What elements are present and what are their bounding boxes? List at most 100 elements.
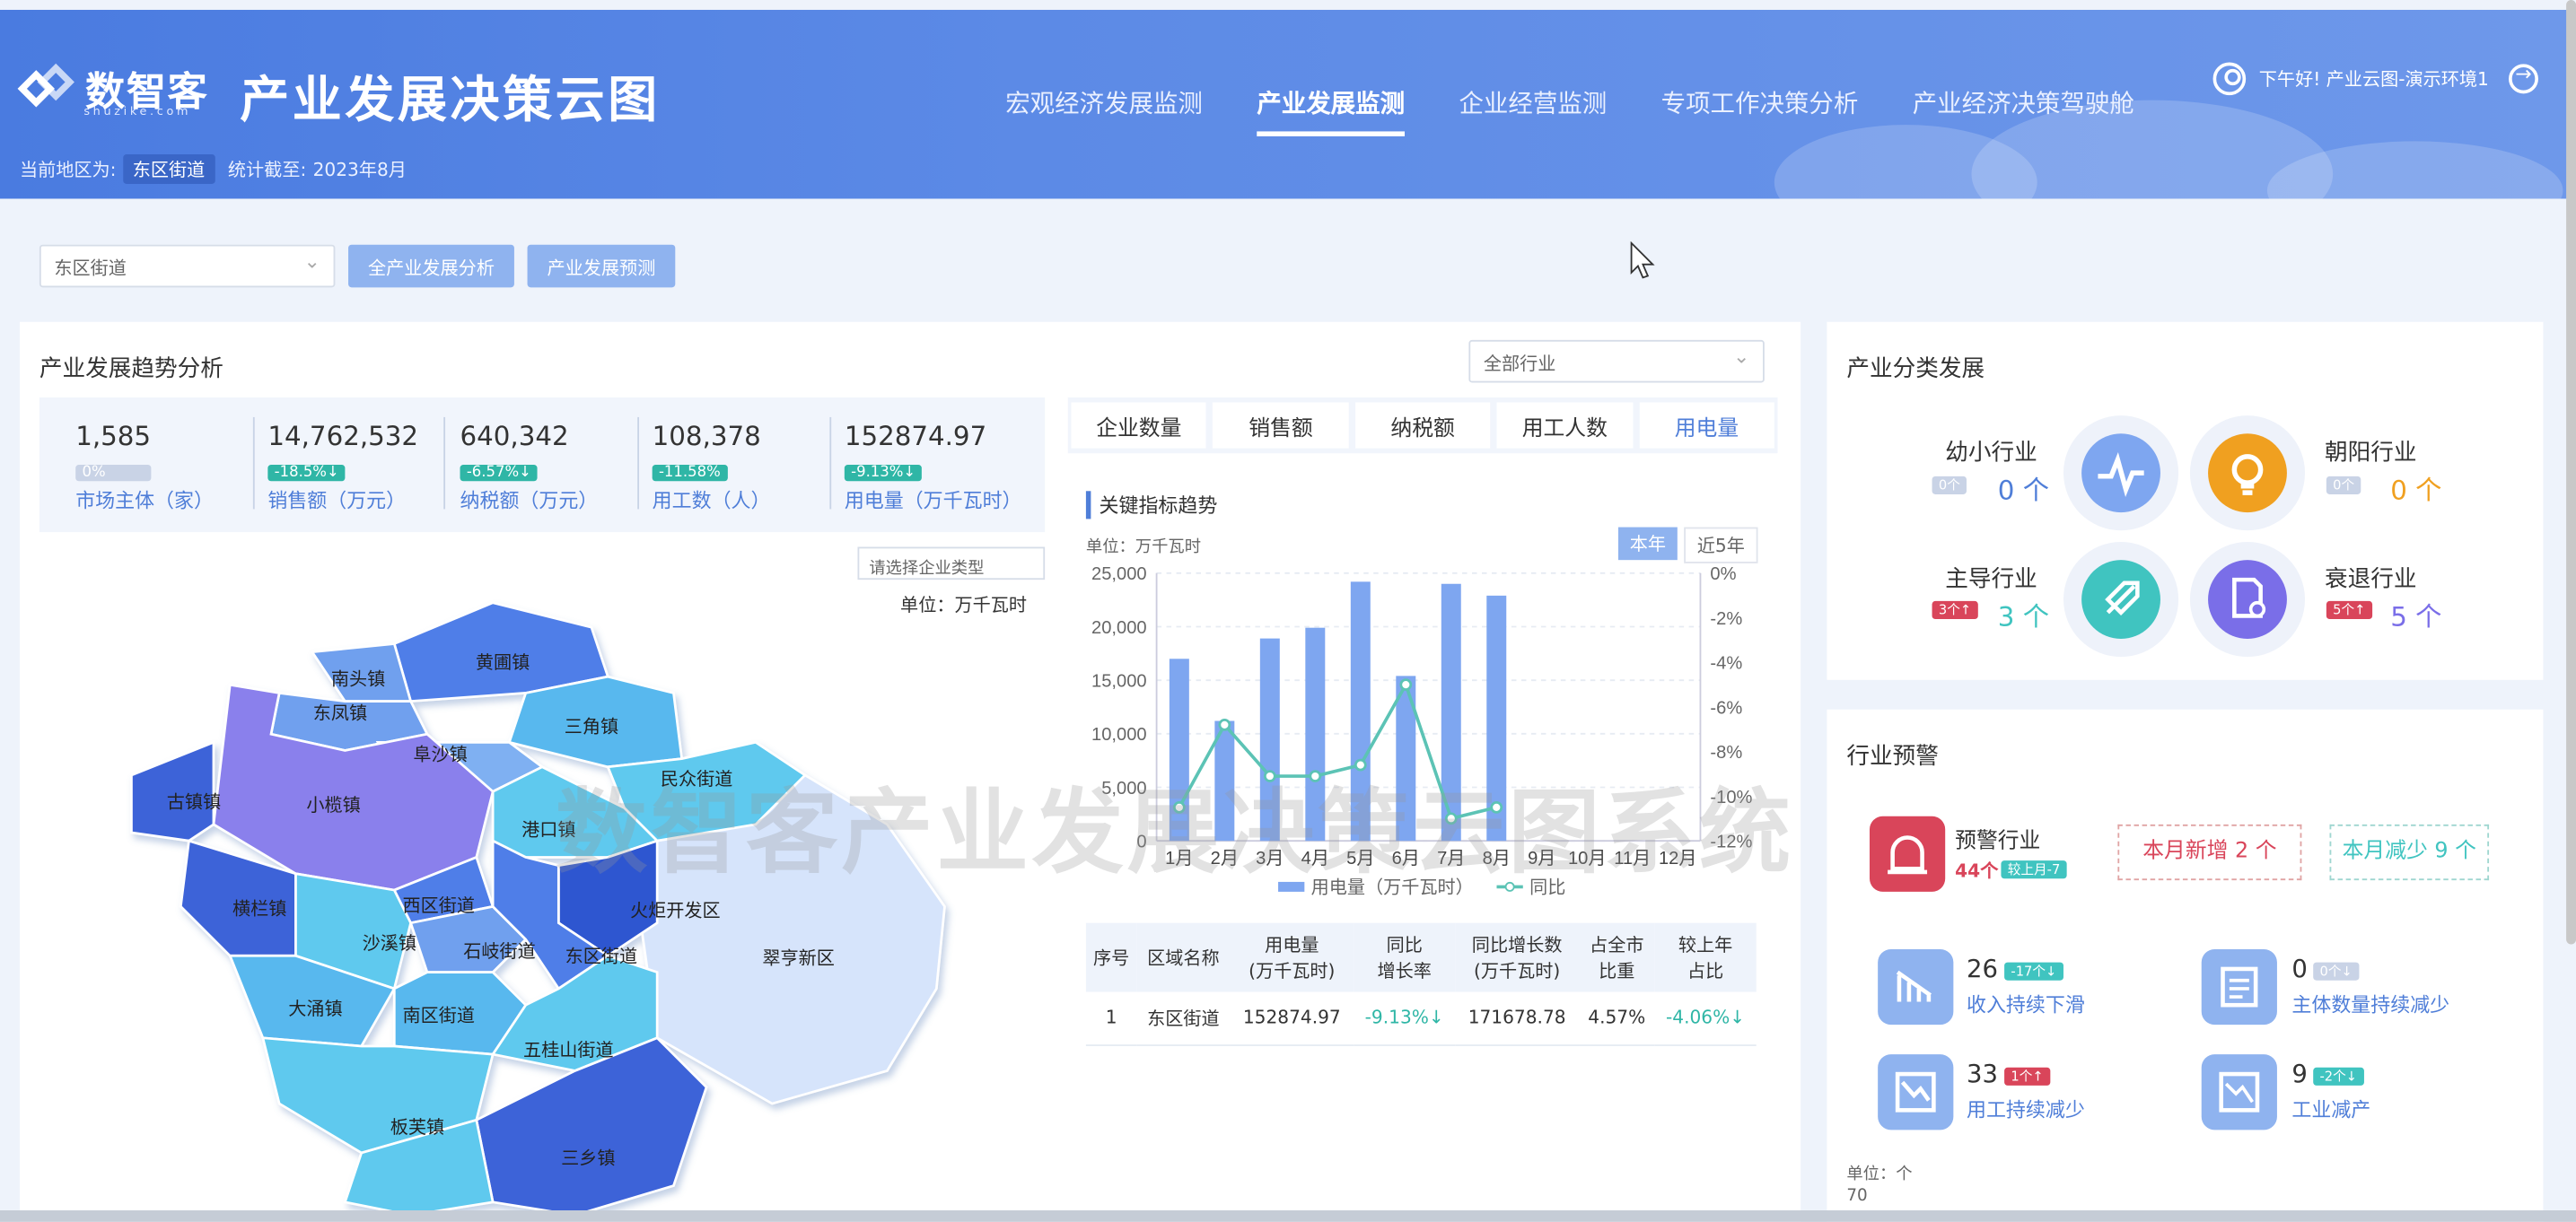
- kpi-value: 1,585: [75, 420, 152, 452]
- map-label: 小榄镇: [306, 795, 360, 816]
- warning-unit: 单位：个: [1846, 1165, 1913, 1184]
- pulse-icon: [2081, 433, 2160, 513]
- y2-tick-label: -10%: [1710, 788, 1752, 807]
- tab-enterprise-count[interactable]: 企业数量: [1071, 402, 1207, 449]
- map-label: 黄圃镇: [476, 652, 530, 673]
- th-index: 序号: [1085, 922, 1137, 992]
- map-label: 沙溪镇: [363, 933, 416, 954]
- page: 数智客 shuzike.com 产业发展决策云图 宏观经济发展监测 产业发展监测…: [0, 0, 2576, 1222]
- table-row[interactable]: 1 东区街道 152874.97 -9.13%↓ 171678.78 4.57%…: [1085, 991, 1757, 1046]
- map-label: 三乡镇: [561, 1148, 615, 1169]
- y2-tick-label: -8%: [1710, 743, 1742, 763]
- th-city-share: 占全市 比重: [1579, 922, 1655, 992]
- user-greeting: 下午好! 产业云图-演示环境1: [2258, 68, 2489, 91]
- kpi-divider: [637, 416, 640, 510]
- yoy-point: [1218, 719, 1231, 731]
- region-select[interactable]: 东区街道: [39, 244, 336, 288]
- th-last-year-share: 较上年 占比: [1654, 922, 1757, 992]
- tab-sales[interactable]: 销售额: [1213, 402, 1349, 449]
- enterprise-type-select[interactable]: 请选择企业类型: [857, 546, 1046, 580]
- nav-industry-monitor[interactable]: 产业发展监测: [1257, 85, 1406, 136]
- class-count: 0 个: [1997, 474, 2050, 506]
- metric-value: 9: [2291, 1059, 2308, 1089]
- industry-select[interactable]: 全部行业: [1468, 339, 1765, 383]
- scrollbar[interactable]: [2566, 0, 2576, 945]
- map-label: 阜沙镇: [413, 744, 467, 764]
- map-label: 南头镇: [331, 668, 385, 689]
- table-header-row: 序号 区域名称 用电量 (万千瓦时) 同比 增长率 同比增长数 (万千瓦时) 占…: [1085, 922, 1757, 992]
- x-tick-label: 12月: [1659, 849, 1697, 868]
- chart-title: 关键指标趋势: [1085, 491, 1217, 519]
- toolbar: 东区街道 全产业发展分析 产业发展预测: [39, 244, 676, 288]
- metric-chip: -17个↓: [2004, 962, 2063, 981]
- class-circle[interactable]: [2063, 415, 2179, 531]
- metric-value: 26: [1966, 954, 1998, 984]
- x-tick-label: 8月: [1483, 849, 1511, 868]
- kpi-sales: 14,762,532 -18.5%↓ 销售额（万元）: [267, 421, 418, 514]
- y2-tick-label: -12%: [1710, 832, 1752, 851]
- metric-label: 工业减产: [2291, 1098, 2371, 1122]
- new-this-month-card[interactable]: 本月新增 2 个: [2117, 824, 2302, 881]
- tab-employees[interactable]: 用工人数: [1496, 402, 1633, 449]
- app-title: 产业发展决策云图: [240, 72, 661, 130]
- all-industry-analysis-button[interactable]: 全产业发展分析: [348, 244, 514, 288]
- class-chip: 5个↑: [2326, 600, 2372, 620]
- nav-cockpit[interactable]: 产业经济决策驾驶舱: [1913, 85, 2134, 133]
- map-label: 三角镇: [565, 716, 618, 737]
- y2-tick-label: -4%: [1710, 654, 1742, 674]
- yoy-point: [1172, 801, 1186, 814]
- tab-electricity[interactable]: 用电量: [1639, 402, 1774, 449]
- user-icon[interactable]: [2212, 62, 2247, 96]
- stat-label: 统计截至:: [227, 159, 307, 181]
- y-tick-label: 5,000: [1101, 779, 1146, 799]
- rocket-icon: [2081, 560, 2160, 640]
- map-label: 古镇镇: [167, 792, 221, 813]
- nav-macro-economy[interactable]: 宏观经济发展监测: [1005, 85, 1203, 133]
- cell: -4.06%↓: [1654, 991, 1757, 1046]
- map-region-三乡镇[interactable]: [475, 1036, 708, 1217]
- district-map: 南头镇 黄圃镇 东凤镇 三角镇 阜沙镇 民众街道 小榄镇 古镇镇 港口镇 横栏镇…: [130, 601, 946, 1217]
- metric-chip: 1个↑: [2004, 1067, 2050, 1086]
- th-region: 区域名称: [1136, 922, 1231, 992]
- user-area: 下午好! 产业云图-演示环境1: [2212, 62, 2538, 96]
- kpi-value: 152874.97: [844, 420, 987, 452]
- map-label: 石岐街道: [463, 941, 536, 962]
- cell: 4.57%: [1579, 991, 1655, 1046]
- class-count: 3 个: [1997, 600, 2050, 633]
- kpi-badge: -11.58%: [652, 465, 728, 482]
- bar: [1305, 627, 1326, 842]
- y-tick-label: 20,000: [1091, 618, 1147, 638]
- x-tick-label: 2月: [1211, 849, 1239, 868]
- class-count: 0 个: [2390, 474, 2442, 506]
- map-region-古镇镇[interactable]: [130, 740, 215, 842]
- logout-icon[interactable]: [2508, 63, 2538, 94]
- metric-value: 33: [1966, 1059, 1998, 1089]
- kpi-badge: -18.5%↓: [267, 465, 346, 482]
- class-name: 衰退行业: [2325, 566, 2417, 593]
- class-chip: 0个: [2326, 476, 2361, 494]
- metric-label: 主体数量持续减少: [2291, 993, 2450, 1017]
- bulb-icon: [2208, 433, 2287, 513]
- industry-forecast-button[interactable]: 产业发展预测: [527, 244, 676, 288]
- y2-tick-label: 0%: [1710, 564, 1736, 584]
- class-circle[interactable]: [2189, 415, 2306, 531]
- tab-tax[interactable]: 纳税额: [1354, 402, 1491, 449]
- legend-label: 用电量（万千瓦时）: [1311, 877, 1474, 898]
- bar-decline-icon: [1878, 948, 1954, 1026]
- region-chip: 东区街道: [122, 154, 215, 185]
- class-circle[interactable]: [2063, 542, 2179, 658]
- map-label: 五桂山街道: [523, 1040, 614, 1061]
- reduced-this-month-card[interactable]: 本月减少 9 个: [2329, 824, 2490, 881]
- kpi-employees: 108,378 -11.58% 用工数（人）: [652, 421, 770, 514]
- x-tick-label: 10月: [1568, 849, 1607, 868]
- cell: -9.13%↓: [1354, 991, 1456, 1046]
- legend-bar-swatch: [1278, 881, 1305, 892]
- alarm-icon[interactable]: [1869, 816, 1946, 892]
- yoy-point: [1490, 801, 1503, 814]
- region-label: 当前地区为:: [19, 159, 117, 181]
- nav-enterprise-monitor[interactable]: 企业经营监测: [1459, 85, 1607, 133]
- class-circle[interactable]: [2189, 542, 2306, 658]
- class-chip: 3个↑: [1932, 600, 1978, 620]
- y2-tick-label: -2%: [1710, 609, 1742, 629]
- nav-special-analysis[interactable]: 专项工作决策分析: [1661, 85, 1859, 133]
